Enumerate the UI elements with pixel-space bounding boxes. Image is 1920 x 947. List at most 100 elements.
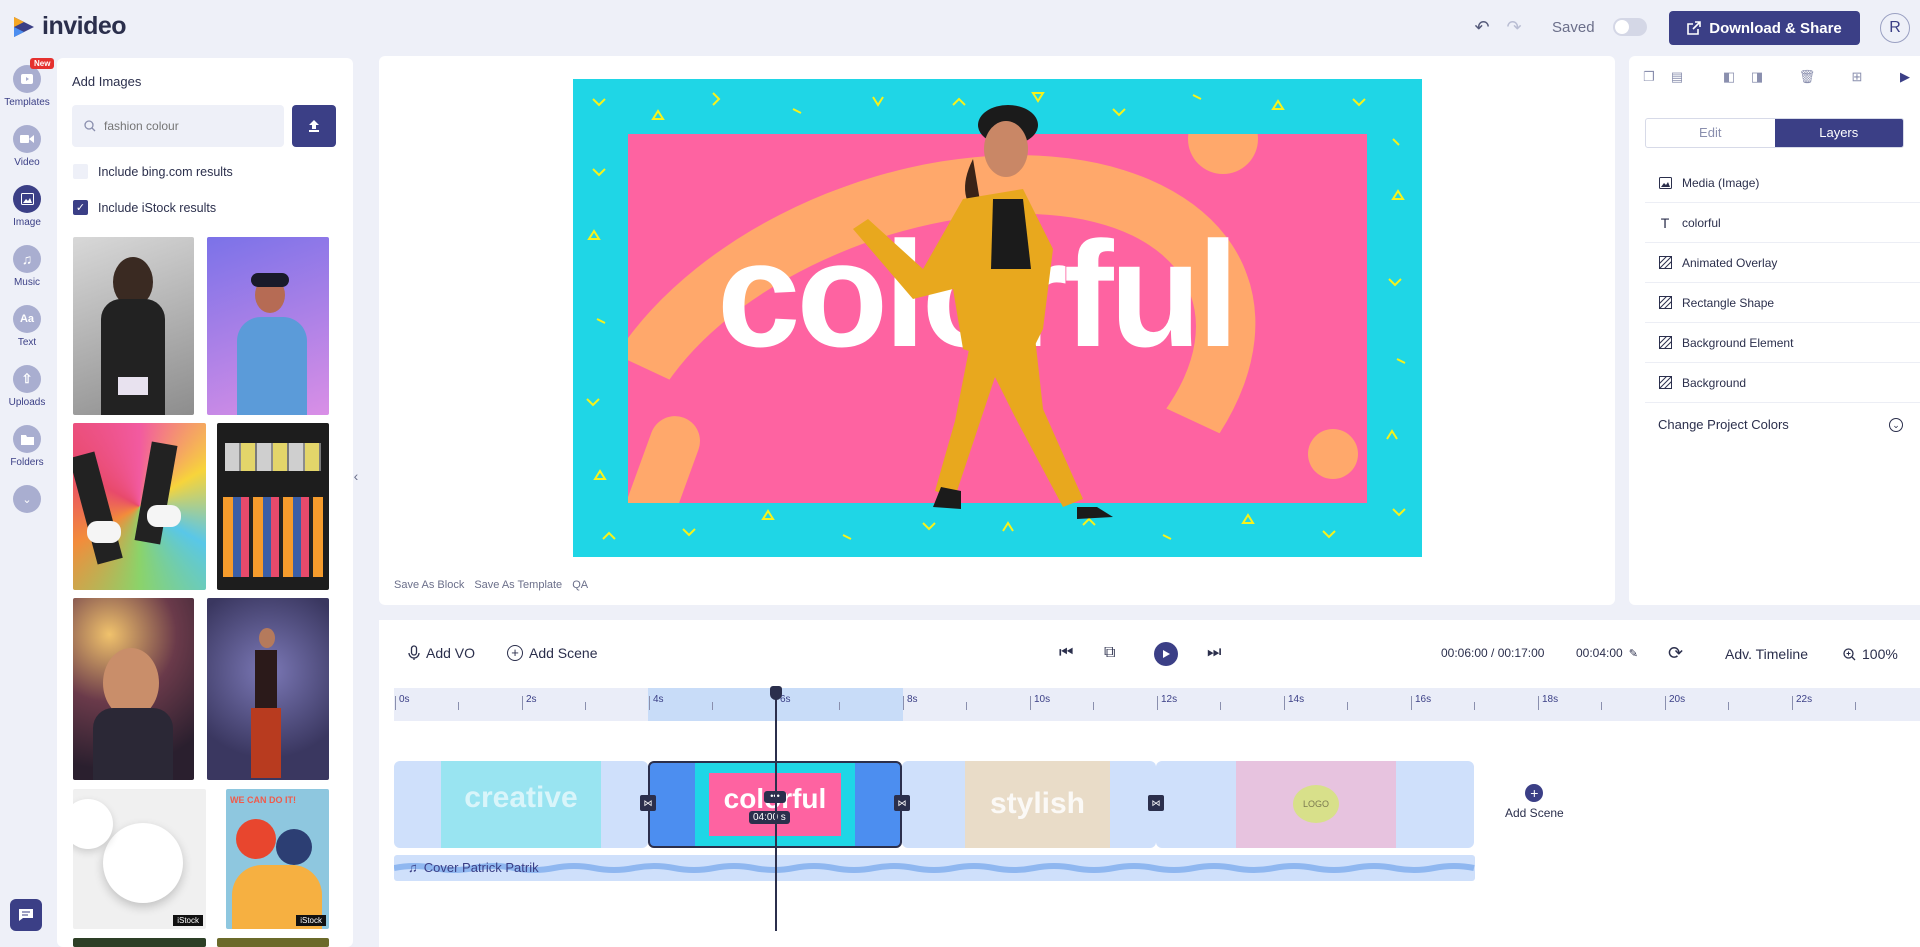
layer-item-animated-overlay[interactable]: Animated Overlay [1645, 243, 1920, 283]
zoom-control[interactable]: 100% [1843, 646, 1898, 662]
collapse-panel-button[interactable]: ‹ [348, 468, 364, 494]
adv-timeline-label: Adv. Timeline [1725, 646, 1808, 662]
layer-item-background-element[interactable]: Background Element [1645, 323, 1920, 363]
reset-timing-button[interactable]: ⟳ [1668, 643, 1683, 664]
add-scene-button[interactable]: + Add Scene [507, 645, 598, 661]
image-thumbnail[interactable]: WE CAN DO IT! iStock [226, 789, 329, 929]
folder-icon [13, 425, 41, 453]
canvas-actions: Save As Block Save As Template QA [394, 579, 588, 591]
autosave-toggle[interactable] [1613, 18, 1647, 36]
rail-item-folders[interactable]: Folders [0, 425, 54, 468]
layer-label: Media (Image) [1682, 175, 1760, 190]
upload-icon [309, 120, 319, 132]
play-preview-icon[interactable]: ▶ [1896, 68, 1914, 86]
transition-icon[interactable]: ⋈ [894, 795, 910, 811]
rail-more-button[interactable]: ⌄ [0, 485, 54, 513]
tab-edit[interactable]: Edit [1646, 119, 1775, 147]
plus-icon: + [1525, 784, 1544, 802]
scene-clip-stylish[interactable]: stylish [902, 761, 1156, 848]
image-thumbnail[interactable] [73, 938, 206, 947]
image-thumbnail[interactable] [207, 237, 329, 415]
tick-label: 12s [1161, 694, 1178, 705]
bring-forward-icon[interactable]: ◧ [1720, 68, 1738, 86]
undo-button[interactable]: ↶ [1471, 16, 1493, 38]
delete-icon[interactable]: 🗑 [1798, 68, 1816, 86]
image-thumbnail[interactable] [73, 598, 194, 780]
scene-duration[interactable]: 00:04:00 ✎ [1576, 646, 1638, 660]
save-as-block-link[interactable]: Save As Block [394, 579, 464, 591]
audio-track[interactable]: ♫ Cover Patrick Patrik [394, 855, 1475, 881]
rail-item-video[interactable]: Video [0, 125, 54, 168]
chat-support-button[interactable] [10, 899, 42, 931]
qa-link[interactable]: QA [572, 579, 588, 591]
microphone-icon [408, 645, 420, 660]
add-scene-end-button[interactable]: + Add Scene [1505, 784, 1564, 820]
rail-item-templates[interactable]: New Templates [0, 58, 55, 108]
toggle-knob [1615, 20, 1629, 34]
skip-back-button[interactable]: ⏮ [1059, 644, 1073, 662]
grid-icon[interactable]: ⊞ [1848, 68, 1866, 86]
layer-item-rectangle[interactable]: Rectangle Shape [1645, 283, 1920, 323]
play-button[interactable] [1154, 642, 1178, 666]
send-backward-icon[interactable]: ◨ [1748, 68, 1766, 86]
audio-label: ♫ Cover Patrick Patrik [408, 860, 539, 875]
layer-item-media[interactable]: Media (Image) [1645, 163, 1920, 203]
scene-label: creative [464, 781, 578, 814]
playhead-handle[interactable] [770, 686, 782, 700]
rail-item-image[interactable]: Image [0, 185, 54, 228]
scene-label: stylish [989, 787, 1086, 820]
poster-text: WE CAN DO IT! [230, 795, 296, 805]
save-as-template-link[interactable]: Save As Template [474, 579, 562, 591]
scene-clip-logo[interactable]: LOGO [1156, 761, 1474, 848]
layer-item-text[interactable]: T colorful [1645, 203, 1920, 243]
transition-icon[interactable]: ⋈ [1148, 795, 1164, 811]
timeline-ruler[interactable]: 0s 2s 4s 6s 8s 10s 12s 14s 16s 18s 20s 2… [394, 688, 1920, 721]
istock-checkbox[interactable]: ✓ [73, 200, 88, 215]
image-thumbnail[interactable] [217, 938, 329, 947]
upload-icon: ⇧ [13, 365, 41, 393]
image-thumbnail[interactable] [207, 598, 329, 780]
bing-checkbox[interactable] [73, 164, 88, 179]
chevron-down-icon: ⌄ [1889, 417, 1903, 432]
image-thumbnail[interactable] [73, 237, 194, 415]
music-note-icon: ♫ [408, 860, 418, 875]
skip-forward-button[interactable]: ⏭ [1207, 644, 1221, 662]
rail-label: Image [13, 217, 41, 228]
image-thumbnail[interactable] [73, 423, 206, 590]
include-istock-option[interactable]: ✓ Include iStock results [73, 200, 216, 215]
download-share-button[interactable]: Download & Share [1669, 11, 1860, 45]
layer-label: Animated Overlay [1682, 255, 1778, 270]
rail-item-music[interactable]: ♫ Music [0, 245, 54, 288]
time-display: 00:06:00 / 00:17:00 [1441, 646, 1544, 660]
adv-timeline-button[interactable]: Adv. Timeline [1725, 646, 1808, 662]
upload-image-button[interactable] [292, 105, 336, 147]
tick-label: 2s [526, 694, 537, 705]
rail-item-text[interactable]: Aa Text [0, 305, 54, 348]
paste-icon[interactable]: ▤ [1668, 68, 1686, 86]
templates-icon [13, 65, 41, 93]
add-vo-button[interactable]: Add VO [408, 645, 475, 661]
layer-icon [1658, 296, 1672, 310]
music-icon: ♫ [13, 245, 41, 273]
tick-label: 8s [907, 694, 918, 705]
copy-icon[interactable]: ❐ [1640, 68, 1658, 86]
search-icon [84, 120, 96, 132]
image-thumbnail[interactable]: iStock [73, 789, 206, 929]
logo[interactable]: invideo [12, 12, 127, 41]
tab-layers[interactable]: Layers [1774, 119, 1903, 147]
layer-label: Background [1682, 375, 1747, 390]
image-thumbnail[interactable] [217, 423, 329, 590]
rail-item-uploads[interactable]: ⇧ Uploads [0, 365, 54, 408]
layer-icon [1658, 256, 1672, 270]
layer-item-background[interactable]: Background [1645, 363, 1920, 403]
change-project-colors[interactable]: Change Project Colors ⌄ [1658, 417, 1903, 432]
preview-scene-button[interactable]: ⧉ [1104, 644, 1115, 662]
user-avatar[interactable]: R [1880, 13, 1910, 43]
redo-button[interactable]: ↷ [1503, 16, 1525, 38]
include-bing-option[interactable]: Include bing.com results [73, 164, 233, 179]
transition-icon[interactable]: ⋈ [640, 795, 656, 811]
search-input[interactable] [104, 119, 264, 133]
top-bar: invideo ↶ ↷ Saved Download & Share R [0, 0, 1920, 55]
scene-clip-creative[interactable]: creative [394, 761, 648, 848]
scene-preview[interactable]: colorful [573, 79, 1422, 557]
